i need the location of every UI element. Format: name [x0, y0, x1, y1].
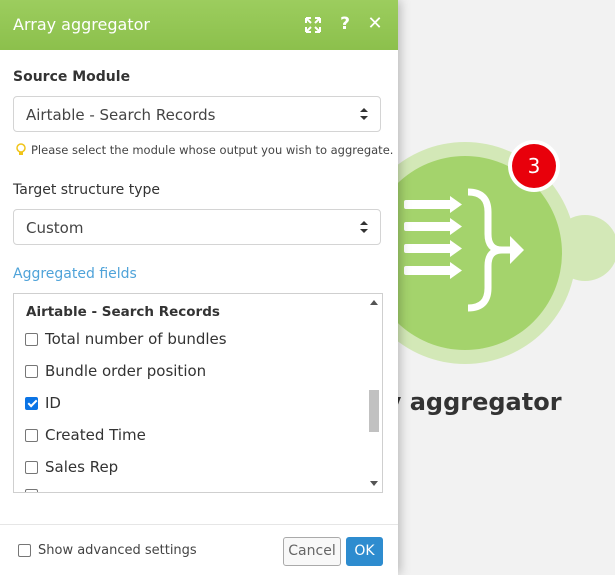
module-settings-panel: Array aggregator ? ✕ Source Module Airta…	[0, 0, 398, 575]
field-checkbox[interactable]	[25, 460, 38, 474]
array-aggregator-icon	[404, 188, 524, 312]
source-module-hint: Please select the module whose output yo…	[16, 143, 393, 157]
cancel-button[interactable]: Cancel	[283, 537, 341, 566]
field-checkbox[interactable]	[25, 428, 38, 442]
aggregated-fields-label: Aggregated fields	[13, 266, 137, 282]
source-module-hint-text: Please select the module whose output yo…	[31, 143, 394, 157]
select-arrows-icon	[360, 108, 368, 120]
field-label: Total number of bundles	[45, 330, 227, 348]
source-module-label: Source Module	[13, 69, 131, 85]
field-item[interactable]: Created Time	[25, 424, 146, 446]
select-arrows-icon	[360, 221, 368, 233]
panel-footer: Show advanced settings Cancel OK	[0, 524, 398, 575]
help-icon[interactable]: ?	[334, 14, 356, 36]
target-structure-label: Target structure type	[13, 182, 161, 198]
scroll-up-icon[interactable]	[370, 300, 378, 305]
field-label: Sales Rep	[45, 458, 119, 476]
module-badge: 3	[508, 140, 560, 192]
fields-group-title: Airtable - Search Records	[26, 304, 220, 320]
field-label: Bundle order position	[45, 362, 207, 380]
field-item[interactable]: ID	[25, 392, 61, 414]
panel-title: Array aggregator	[13, 15, 150, 34]
fields-scrollbar[interactable]	[366, 294, 382, 492]
field-item[interactable]: Total number of bundles	[25, 328, 227, 350]
field-item-partial[interactable]	[25, 484, 45, 492]
lightbulb-icon	[16, 143, 26, 155]
target-structure-select[interactable]: Custom	[13, 209, 381, 245]
module-name-clip: Array aggregator	[398, 380, 615, 424]
advanced-settings-checkbox[interactable]	[18, 544, 31, 557]
close-icon[interactable]: ✕	[364, 14, 386, 36]
target-structure-value: Custom	[26, 219, 84, 237]
field-label: ID	[45, 394, 61, 412]
panel-header: Array aggregator ? ✕	[0, 0, 398, 50]
scrollbar-thumb[interactable]	[369, 390, 379, 432]
field-checkbox[interactable]	[25, 332, 38, 346]
advanced-settings-label: Show advanced settings	[38, 543, 197, 558]
field-checkbox[interactable]	[25, 364, 38, 378]
module-name: Array aggregator	[398, 388, 562, 416]
field-checkbox-checked[interactable]	[25, 396, 38, 410]
field-item[interactable]: Sales Rep	[25, 456, 118, 478]
field-checkbox[interactable]	[25, 488, 38, 492]
ok-button[interactable]: OK	[346, 537, 383, 566]
aggregated-fields-list[interactable]: Airtable - Search Records Total number o…	[13, 293, 383, 493]
advanced-settings-toggle[interactable]: Show advanced settings	[18, 543, 197, 558]
expand-icon[interactable]	[302, 14, 324, 36]
field-item[interactable]: Bundle order position	[25, 360, 206, 382]
field-label: Created Time	[45, 426, 146, 444]
module-badge-count: 3	[512, 144, 556, 188]
source-module-select[interactable]: Airtable - Search Records	[13, 96, 381, 132]
source-module-value: Airtable - Search Records	[26, 106, 216, 124]
scroll-down-icon[interactable]	[370, 481, 378, 486]
